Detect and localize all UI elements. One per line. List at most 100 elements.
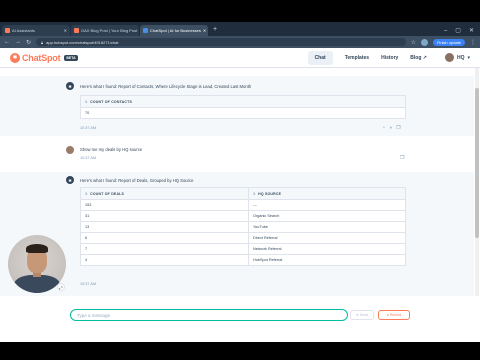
tab-title: GAX Blog Post | Your Blog Post: [81, 28, 138, 33]
table-cell: 31: [80, 210, 249, 222]
table-cell: Organic Search: [248, 210, 406, 222]
star-icon[interactable]: ☆: [411, 39, 416, 46]
table-header[interactable]: ⇅ HQ SOURCE: [248, 187, 406, 200]
send-label: Send: [359, 313, 369, 317]
chatspot-bot-icon: ✱: [66, 82, 74, 90]
table-cell: 70: [80, 107, 406, 119]
table-cell: YouTube: [248, 221, 406, 233]
main-nav: Chat Templates History Blog ↗ HQ ▾: [307, 50, 470, 65]
table-cell: ---: [248, 199, 406, 211]
table-header[interactable]: ⇅ COUNT OF DEALS: [80, 187, 249, 200]
bot-message: ✱ Here's what I found: Report of Deals, …: [0, 172, 474, 296]
message-text: Here's what I found: Report of Deals, Gr…: [80, 178, 194, 183]
record-button[interactable]: ● Record: [378, 310, 410, 320]
nav-chat[interactable]: Chat: [307, 50, 333, 65]
timestamp: 10:37 AM: [80, 126, 97, 130]
address-bar: ← → ↻ 🔒︎ app.hubspot.com/chatspot/491827…: [0, 36, 480, 48]
sort-icon: ⇅: [85, 191, 89, 196]
window-controls: – ▢ ✕: [438, 25, 480, 36]
webcam-person-shirt: [14, 275, 60, 293]
sort-icon: ⇅: [253, 191, 257, 196]
menu-icon[interactable]: ⋮: [470, 39, 476, 46]
maximize-icon[interactable]: ▢: [455, 27, 461, 34]
table-cell: 7: [80, 243, 249, 255]
table-cell: 4: [80, 254, 249, 266]
table-header[interactable]: ⇅ COUNT OF CONTACTS: [80, 95, 406, 108]
table-cell: 6: [80, 232, 249, 244]
app-header: ✱ ChatSpot BETA Chat Templates History B…: [0, 48, 480, 68]
table-row: 13 YouTube: [80, 221, 406, 233]
logo-text: ChatSpot: [22, 52, 61, 63]
table-row: 70: [80, 107, 406, 119]
beta-badge: BETA: [64, 54, 78, 61]
user-avatar: [444, 53, 454, 62]
chatspot-logo[interactable]: ✱ ChatSpot BETA: [10, 52, 78, 63]
table-row: 153 ---: [80, 199, 406, 211]
chatspot-bot-icon: ✱: [66, 176, 74, 184]
copy-icon[interactable]: ❐: [396, 125, 400, 131]
table-row: 7 Network Referral: [80, 243, 406, 255]
scrollbar-thumb[interactable]: [475, 88, 479, 238]
new-tab-button[interactable]: +: [209, 25, 221, 36]
table-row: 31 Organic Search: [80, 210, 406, 222]
back-icon[interactable]: ←: [4, 39, 10, 45]
table-row: 6 Direct Referral: [80, 232, 406, 244]
url-field[interactable]: 🔒︎ app.hubspot.com/chatspot/4918271/chat: [36, 38, 406, 46]
table-row: 4 HubSpot Referral: [80, 254, 406, 266]
timestamp: 10:37 AM: [80, 156, 97, 160]
message-actions: ❐: [400, 155, 404, 161]
microphone-icon: ●: [386, 313, 389, 317]
reload-icon[interactable]: ↻: [26, 39, 31, 46]
minimize-icon[interactable]: –: [444, 28, 447, 34]
user-avatar: [66, 146, 74, 154]
thumbs-up-icon[interactable]: ◔: [382, 125, 385, 131]
message-placeholder: Type a message: [77, 312, 111, 318]
tab-title: ChatSpot | AI for Businesses: [150, 28, 201, 33]
browser-tab-active[interactable]: ChatSpot | AI for Businesses ✕: [140, 25, 208, 36]
browser-tab[interactable]: GAX Blog Post | Your Blog Post ✕: [71, 25, 139, 36]
browser-tabbar: AI Assistants ✕ GAX Blog Post | Your Blo…: [0, 22, 480, 36]
tab-favicon-icon: [143, 28, 148, 33]
webcam-person-hair: [26, 244, 48, 253]
composer: Type a message ➤ Send ● Record: [0, 302, 480, 328]
nav-templates[interactable]: Templates: [345, 55, 369, 61]
chat-area: ✱ Here's what I found: Report of Contact…: [0, 68, 480, 296]
copy-icon[interactable]: ❐: [400, 155, 404, 161]
message-text: Show me my deals by HQ source: [80, 147, 143, 152]
nav-history[interactable]: History: [381, 55, 398, 61]
lock-icon: 🔒︎: [41, 39, 44, 45]
tab-favicon-icon: [74, 28, 79, 33]
close-tab-icon[interactable]: ✕: [203, 28, 206, 33]
user-menu[interactable]: HQ ▾: [444, 53, 470, 62]
chevron-down-icon: ▾: [467, 54, 470, 61]
bot-message: ✱ Here's what I found: Report of Contact…: [0, 76, 474, 136]
table-cell: Direct Referral: [248, 232, 406, 244]
table-cell: 13: [80, 221, 249, 233]
expand-icon[interactable]: ⤢: [57, 283, 65, 291]
tab-title: AI Assistants: [12, 28, 35, 33]
contacts-report-table: ⇅ COUNT OF CONTACTS 70: [80, 95, 406, 119]
browser-tab[interactable]: AI Assistants ✕: [2, 25, 70, 36]
send-button[interactable]: ➤ Send: [350, 310, 374, 320]
finish-update-button[interactable]: Finish update: [432, 38, 465, 46]
table-cell: Network Referral: [248, 243, 406, 255]
table-cell: HubSpot Referral: [248, 254, 406, 266]
send-icon: ➤: [355, 313, 359, 317]
user-message: Show me my deals by HQ source 10:37 AM ❐: [0, 142, 474, 164]
nav-blog[interactable]: Blog ↗: [410, 55, 427, 61]
record-label: Record: [389, 313, 402, 317]
table-cell: 153: [80, 199, 249, 211]
close-window-icon[interactable]: ✕: [469, 27, 474, 34]
tab-favicon-icon: [5, 28, 10, 33]
url-text: app.hubspot.com/chatspot/4918271/chat: [46, 39, 119, 45]
close-tab-icon[interactable]: ✕: [64, 28, 67, 33]
forward-icon[interactable]: →: [15, 39, 21, 45]
profile-avatar[interactable]: [420, 38, 428, 46]
thumbs-down-icon[interactable]: ◑: [389, 125, 392, 131]
user-label: HQ: [456, 54, 465, 61]
deals-report-table: ⇅ COUNT OF DEALS ⇅ HQ SOURCE 153 --- 31 Orga…: [80, 187, 406, 266]
message-text: Here's what I found: Report of Contacts,…: [80, 84, 252, 89]
chatspot-logo-icon: ✱: [10, 52, 20, 63]
timestamp: 10:37 AM: [80, 282, 97, 286]
message-input[interactable]: Type a message: [70, 309, 348, 321]
